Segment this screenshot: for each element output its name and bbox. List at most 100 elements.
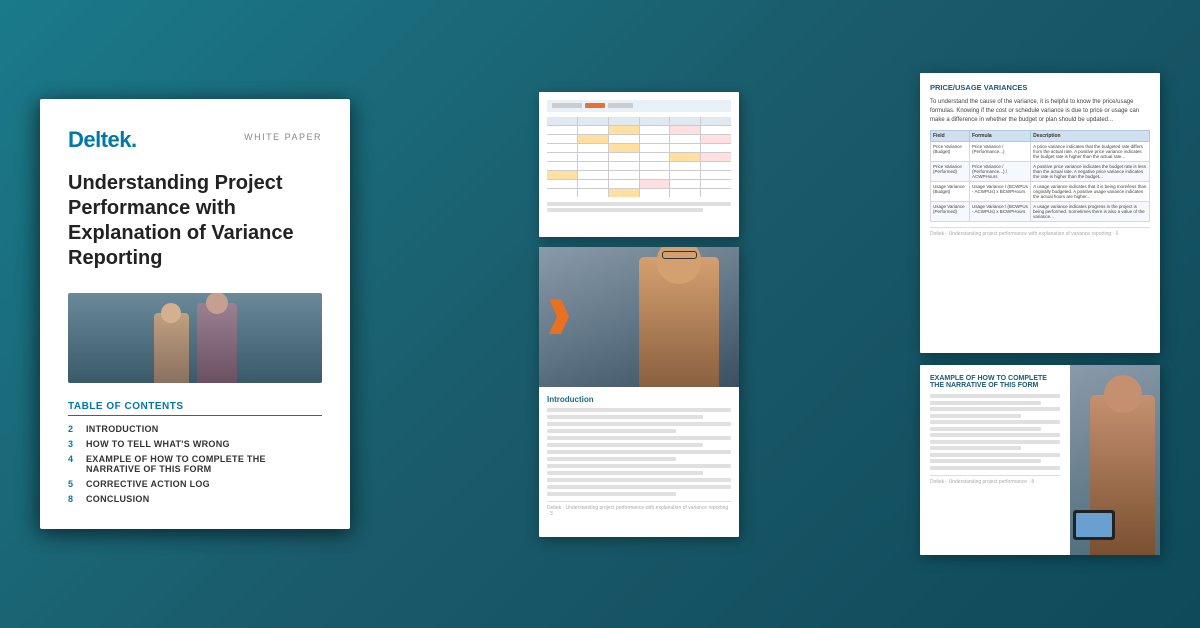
table-cell: Price Variance (Budget) xyxy=(931,142,970,162)
toolbar-bar xyxy=(552,103,582,108)
spreadsheet-extra xyxy=(547,202,731,212)
example-text-lines xyxy=(930,394,1060,470)
cell xyxy=(609,189,639,197)
toc-label: CORRECTIVE ACTION LOG xyxy=(86,479,210,489)
text-line xyxy=(547,436,731,440)
table-cell: Usage Variance / (BCWPUs - ACWPUs) x BCW… xyxy=(969,182,1030,202)
table-cell: Price Variance / (Performance...) xyxy=(969,142,1030,162)
text-line xyxy=(547,429,676,433)
text-line xyxy=(547,471,703,475)
toc-num: 4 xyxy=(68,454,80,464)
cell xyxy=(701,162,731,170)
text-line xyxy=(547,202,731,206)
right-docs-column: PRICE/USAGE VARIANCES To understand the … xyxy=(920,73,1160,555)
table-cell: Usage Variance (Budget) xyxy=(931,182,970,202)
cell xyxy=(701,189,731,197)
toc-title: TABLE OF CONTENTS xyxy=(68,401,322,416)
cell xyxy=(609,153,639,161)
doc-footer: Deltek · Understanding project performan… xyxy=(930,475,1060,485)
cell xyxy=(609,144,639,152)
text-line xyxy=(547,208,703,212)
cell xyxy=(670,135,700,143)
cell xyxy=(640,189,670,197)
photo-silhouette xyxy=(68,293,322,383)
person-head-right xyxy=(1104,375,1142,413)
toc-label: INTRODUCTION xyxy=(86,424,159,434)
text-line xyxy=(930,440,1060,444)
cell xyxy=(640,162,670,170)
text-line xyxy=(547,492,676,496)
person-right-figure xyxy=(197,303,237,383)
example-doc-content: Example of how to complete the narrative… xyxy=(920,365,1070,555)
main-document: Deltek. WHITE PAPER Understanding Projec… xyxy=(40,99,350,529)
text-line xyxy=(930,401,1041,405)
table-cell: Usage Variance / (BCWPUs - ACWPUs) x BCW… xyxy=(969,202,1030,222)
text-line xyxy=(547,478,731,482)
cell xyxy=(609,126,639,134)
text-line xyxy=(547,443,703,447)
cell xyxy=(547,189,577,197)
text-line xyxy=(930,420,1060,424)
cell xyxy=(701,135,731,143)
text-line xyxy=(930,446,1021,450)
toc-label: EXAMPLE OF HOW TO COMPLETE THE NARRATIVE… xyxy=(86,454,322,474)
cell xyxy=(578,117,608,125)
text-line xyxy=(547,457,676,461)
table-row: Usage Variance (Performed) Usage Varianc… xyxy=(931,202,1150,222)
cell xyxy=(578,189,608,197)
cell xyxy=(701,117,731,125)
text-line xyxy=(930,466,1060,470)
spreadsheet-toolbar xyxy=(547,100,731,112)
cell xyxy=(578,144,608,152)
deltek-logo: Deltek. xyxy=(68,127,137,153)
cell xyxy=(609,117,639,125)
doc-footer: Deltek · Understanding project performan… xyxy=(547,501,731,517)
example-doc: Example of how to complete the narrative… xyxy=(920,365,1160,555)
text-line xyxy=(547,464,731,468)
toolbar-bar-accent xyxy=(585,103,605,108)
doc-header: Deltek. WHITE PAPER xyxy=(68,127,322,153)
text-line xyxy=(547,408,731,412)
table-row: Price Variance (Performed) Price Varianc… xyxy=(931,162,1150,182)
intro-section-title: Introduction xyxy=(547,395,731,404)
cell xyxy=(609,135,639,143)
text-line xyxy=(930,407,1060,411)
cell xyxy=(670,189,700,197)
text-line xyxy=(547,450,731,454)
cell xyxy=(701,144,731,152)
toc-num: 2 xyxy=(68,424,80,434)
toolbar-bar xyxy=(608,103,633,108)
cell xyxy=(670,180,700,188)
toc-item: 3 HOW TO TELL WHAT'S WRONG xyxy=(68,439,322,449)
cell xyxy=(547,162,577,170)
spreadsheet-grid xyxy=(547,117,731,197)
cell xyxy=(578,153,608,161)
main-title: Understanding Project Performance with E… xyxy=(68,171,322,271)
introduction-doc: Introduction Deltek · Understan xyxy=(539,247,739,537)
text-line xyxy=(930,453,1060,457)
price-variance-doc: PRICE/USAGE VARIANCES To understand the … xyxy=(920,73,1160,353)
chevron-icon xyxy=(549,299,569,334)
toc-item: 2 INTRODUCTION xyxy=(68,424,322,434)
cell xyxy=(701,126,731,134)
toc-label: HOW TO TELL WHAT'S WRONG xyxy=(86,439,230,449)
text-line xyxy=(930,427,1041,431)
variance-table: Field Formula Description Price Variance… xyxy=(930,130,1150,222)
price-variance-title: PRICE/USAGE VARIANCES xyxy=(930,83,1150,92)
cell xyxy=(701,171,731,179)
cell xyxy=(547,171,577,179)
person-left-figure xyxy=(154,313,189,383)
cell xyxy=(670,144,700,152)
intro-photo xyxy=(539,247,739,387)
text-line xyxy=(547,485,731,489)
white-paper-label: WHITE PAPER xyxy=(244,132,322,142)
cell xyxy=(701,180,731,188)
toc-item: 5 CORRECTIVE ACTION LOG xyxy=(68,479,322,489)
table-cell: Price Variance / (Performance...) / ACWP… xyxy=(969,162,1030,182)
toc-section: TABLE OF CONTENTS 2 INTRODUCTION 3 HOW T… xyxy=(68,401,322,509)
cover-photo xyxy=(68,293,322,383)
toc-item: 8 CONCLUSION xyxy=(68,494,322,504)
cell xyxy=(640,135,670,143)
table-row: Price Variance (Budget) Price Variance /… xyxy=(931,142,1150,162)
cell xyxy=(547,126,577,134)
